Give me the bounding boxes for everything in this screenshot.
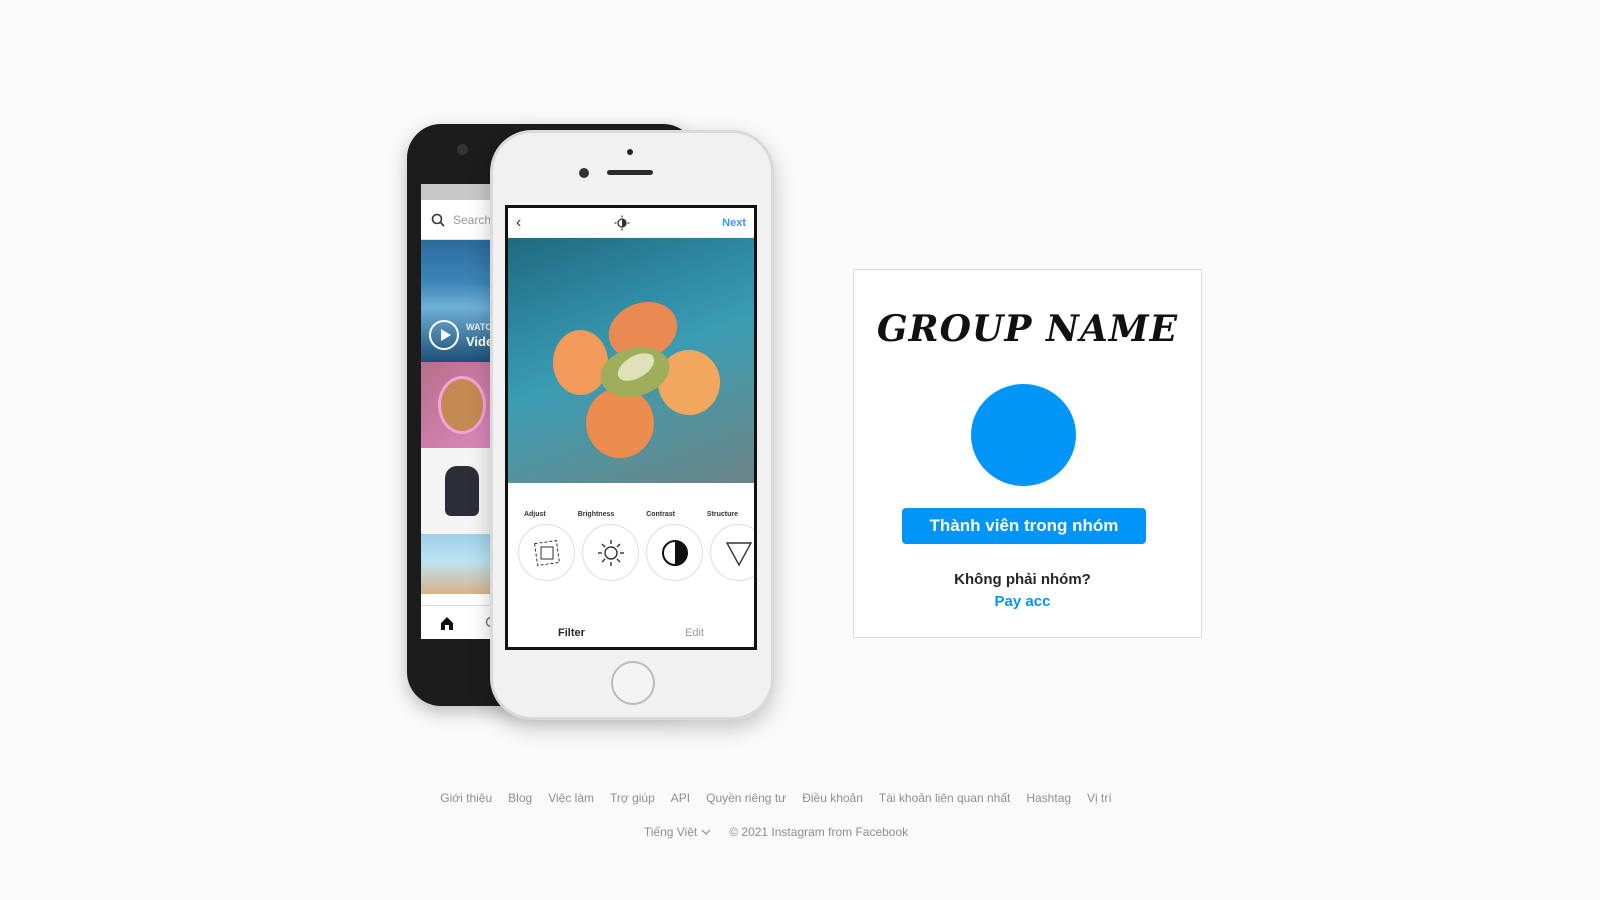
- speaker-grille: [607, 170, 653, 175]
- language-label: Tiếng Việt: [643, 825, 698, 839]
- lux-icon: [614, 215, 630, 230]
- structure-icon: [710, 524, 754, 581]
- cat-face: [438, 376, 486, 434]
- tool-icons: [508, 518, 754, 581]
- brightness-icon: [582, 524, 639, 581]
- phone-front: ‹ Next Adjust Brightness Contrast Struct…: [490, 130, 774, 720]
- footer-link-about[interactable]: Giới thiệu: [440, 791, 492, 805]
- adjust-icon: [518, 524, 575, 581]
- pay-acc-link[interactable]: Pay acc: [854, 593, 1201, 610]
- language-selector[interactable]: Tiếng Việt: [644, 825, 711, 839]
- petal: [586, 388, 654, 458]
- footer-link-top-accounts[interactable]: Tài khoản liên quan nhất: [879, 791, 1010, 805]
- sensor-icon: [627, 149, 633, 155]
- not-group-text: Không phải nhóm?: [954, 571, 1091, 588]
- group-name-title: GROUP NAME: [876, 308, 1179, 350]
- dog-figure: [445, 466, 479, 516]
- search-placeholder: Search: [453, 212, 492, 227]
- camera-icon: [579, 168, 589, 178]
- footer-link-hashtags[interactable]: Hashtag: [1026, 791, 1071, 805]
- petal: [553, 330, 608, 395]
- tool-label-structure: Structure: [706, 511, 739, 518]
- succulent-photo: [508, 238, 754, 483]
- editor-tabs: Filter Edit: [508, 627, 754, 639]
- search-icon: [431, 213, 445, 227]
- contrast-icon: [646, 524, 703, 581]
- phones-illustration: Search WATCH Video ‹ Next Adjust Brightn…: [395, 118, 795, 738]
- footer-link-jobs[interactable]: Việc làm: [548, 791, 594, 805]
- footer-link-api[interactable]: API: [671, 791, 690, 805]
- tab-filter: Filter: [558, 627, 585, 639]
- chevron-left-icon: ‹: [516, 213, 522, 231]
- tool-labels: Adjust Brightness Contrast Structure: [508, 483, 754, 518]
- phone-front-screen: ‹ Next Adjust Brightness Contrast Struct…: [505, 205, 757, 650]
- next-link: Next: [722, 216, 746, 229]
- play-icon: [429, 320, 459, 350]
- tool-label-contrast: Contrast: [646, 511, 675, 518]
- home-button: [611, 661, 655, 705]
- camera-icon: [457, 144, 468, 155]
- group-members-button[interactable]: Thành viên trong nhóm: [902, 508, 1146, 544]
- footer-link-privacy[interactable]: Quyền riêng tư: [706, 791, 786, 805]
- footer-bottom: Tiếng Việt © 2021 Instagram from Faceboo…: [0, 825, 1552, 839]
- footer-link-locations[interactable]: Vị trí: [1087, 791, 1112, 805]
- group-avatar: [971, 384, 1076, 486]
- footer-link-terms[interactable]: Điều khoản: [802, 791, 863, 805]
- editor-topbar: ‹ Next: [508, 208, 754, 238]
- chevron-down-icon: [701, 829, 711, 835]
- footer-link-help[interactable]: Trợ giúp: [610, 791, 655, 805]
- copyright: © 2021 Instagram from Facebook: [729, 825, 909, 839]
- tab-edit: Edit: [685, 627, 704, 639]
- footer-link-blog[interactable]: Blog: [508, 791, 532, 805]
- tool-label-brightness: Brightness: [577, 511, 615, 518]
- tool-label-adjust: Adjust: [523, 511, 546, 518]
- home-icon: [441, 616, 453, 630]
- group-card: GROUP NAME Thành viên trong nhóm Không p…: [853, 269, 1202, 638]
- footer-links: Giới thiệu Blog Việc làm Trợ giúp API Qu…: [0, 791, 1552, 805]
